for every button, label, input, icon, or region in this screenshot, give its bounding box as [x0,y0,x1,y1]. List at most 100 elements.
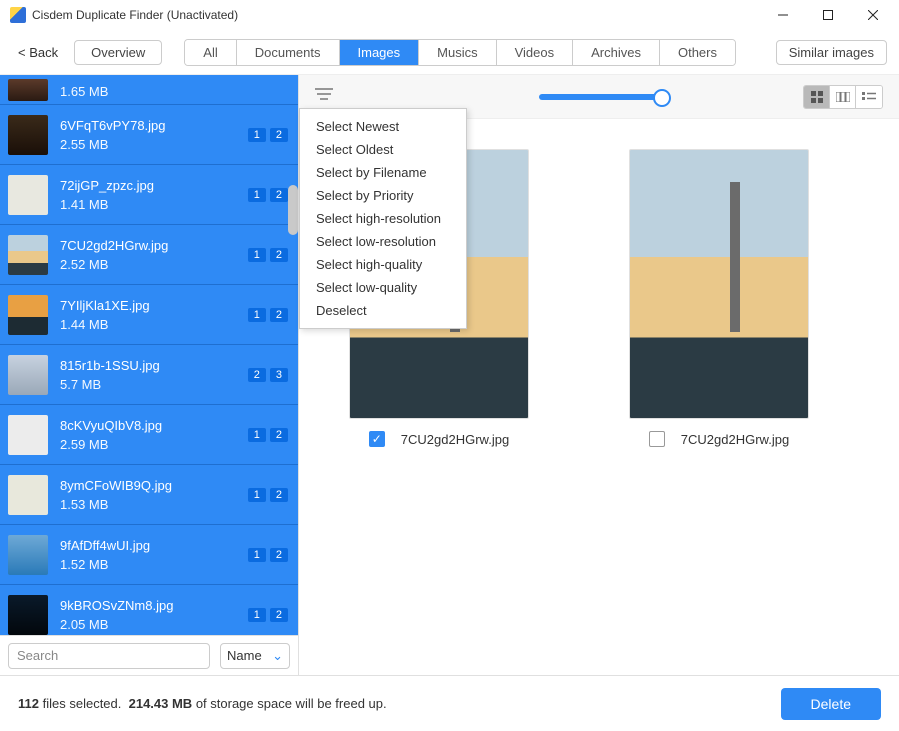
select-checkbox[interactable] [649,431,665,447]
duplicate-badge[interactable]: 1 [248,488,266,502]
file-name: 8cKVyuQIbV8.jpg [60,418,248,433]
sidebar-bottom: Search Name ⌄ [0,635,298,675]
main-panel: Select NewestSelect OldestSelect by File… [299,75,899,675]
context-menu-item[interactable]: Deselect [300,299,466,322]
file-size: 1.44 MB [60,317,248,332]
minimize-button[interactable] [760,0,805,30]
back-button[interactable]: < Back [12,41,64,64]
file-size: 1.65 MB [60,84,288,99]
filter-menu-icon[interactable] [315,87,333,106]
duplicate-badge[interactable]: 2 [270,308,288,322]
file-size: 1.53 MB [60,497,248,512]
file-name: 72ijGP_zpzc.jpg [60,178,248,193]
file-name: 6VFqT6vPY78.jpg [60,118,248,133]
file-name: 815r1b-1SSU.jpg [60,358,248,373]
freed-size-suffix: of storage space will be freed up. [196,696,387,711]
context-menu-item[interactable]: Select by Filename [300,161,466,184]
file-thumbnail [8,115,48,155]
tab-archives[interactable]: Archives [573,40,660,65]
duplicate-badge[interactable]: 2 [270,128,288,142]
file-size: 1.41 MB [60,197,248,212]
preview-card[interactable]: 7CU2gd2HGrw.jpg [629,149,809,645]
context-menu-item[interactable]: Select low-quality [300,276,466,299]
titlebar: Cisdem Duplicate Finder (Unactivated) [0,0,899,30]
file-thumbnail [8,235,48,275]
context-menu-item[interactable]: Select high-quality [300,253,466,276]
file-thumbnail [8,175,48,215]
tab-all[interactable]: All [185,40,236,65]
window-title: Cisdem Duplicate Finder (Unactivated) [32,8,760,22]
sort-select[interactable]: Name ⌄ [220,643,290,669]
file-item[interactable]: 9fAfDff4wUI.jpg1.52 MB12 [0,525,298,585]
zoom-slider[interactable] [539,94,659,100]
preview-image [629,149,809,419]
duplicate-badge[interactable]: 1 [248,128,266,142]
file-item[interactable]: 8cKVyuQIbV8.jpg 2.59 MB12 [0,405,298,465]
file-item[interactable]: 72ijGP_zpzc.jpg 1.41 MB12 [0,165,298,225]
search-input[interactable]: Search [8,643,210,669]
duplicate-badge[interactable]: 2 [270,188,288,202]
chevron-down-icon: ⌄ [272,648,283,664]
tab-images[interactable]: Images [340,40,420,65]
duplicate-badge[interactable]: 2 [270,428,288,442]
duplicate-badge[interactable]: 1 [248,308,266,322]
context-menu-item[interactable]: Select low-resolution [300,230,466,253]
context-menu-item[interactable]: Select by Priority [300,184,466,207]
duplicate-badge[interactable]: 2 [270,248,288,262]
file-name: 8ymCFoWIB9Q.jpg [60,478,248,493]
context-menu-item[interactable]: Select Newest [300,115,466,138]
sort-select-label: Name [227,648,262,663]
duplicate-badge[interactable]: 1 [248,548,266,562]
duplicate-badge[interactable]: 3 [270,368,288,382]
file-list[interactable]: 1.65 MB6VFqT6vPY78.jpg2.55 MB1272ijGP_zp… [0,75,298,635]
delete-button[interactable]: Delete [781,688,881,720]
file-thumbnail [8,475,48,515]
view-list-button[interactable] [856,86,882,108]
toolbar: < Back Overview AllDocumentsImagesMusics… [0,30,899,75]
view-columns-button[interactable] [830,86,856,108]
file-thumbnail [8,595,48,635]
view-mode-buttons [803,85,883,109]
file-item[interactable]: 7CU2gd2HGrw.jpg2.52 MB12 [0,225,298,285]
selected-count-suffix: files selected. [43,696,122,711]
close-button[interactable] [850,0,895,30]
sidebar: 1.65 MB6VFqT6vPY78.jpg2.55 MB1272ijGP_zp… [0,75,299,675]
tab-others[interactable]: Others [660,40,735,65]
file-item[interactable]: 7YIljKla1XE.jpg1.44 MB12 [0,285,298,345]
search-placeholder: Search [17,648,58,663]
file-item[interactable]: 6VFqT6vPY78.jpg2.55 MB12 [0,105,298,165]
duplicate-badge[interactable]: 2 [270,548,288,562]
file-size: 1.52 MB [60,557,248,572]
content-area: 1.65 MB6VFqT6vPY78.jpg2.55 MB1272ijGP_zp… [0,75,899,675]
overview-button[interactable]: Overview [74,40,162,65]
tab-videos[interactable]: Videos [497,40,574,65]
context-menu-item[interactable]: Select high-resolution [300,207,466,230]
file-size: 5.7 MB [60,377,248,392]
select-checkbox[interactable] [369,431,385,447]
duplicate-badge[interactable]: 2 [270,488,288,502]
file-thumbnail [8,295,48,335]
maximize-button[interactable] [805,0,850,30]
footer: 112 files selected. 214.43 MB of storage… [0,675,899,731]
preview-filename: 7CU2gd2HGrw.jpg [681,432,789,447]
tab-documents[interactable]: Documents [237,40,340,65]
file-item[interactable]: 9kBROSvZNm8.jpg2.05 MB12 [0,585,298,635]
file-item[interactable]: 815r1b-1SSU.jpg 5.7 MB23 [0,345,298,405]
file-thumbnail [8,355,48,395]
duplicate-badge[interactable]: 1 [248,608,266,622]
duplicate-badge[interactable]: 1 [248,428,266,442]
duplicate-badge[interactable]: 1 [248,248,266,262]
duplicate-badge[interactable]: 2 [248,368,266,382]
duplicate-badge[interactable]: 2 [270,608,288,622]
file-item[interactable]: 1.65 MB [0,75,298,105]
similar-images-button[interactable]: Similar images [776,40,887,65]
scrollbar-thumb[interactable] [288,185,298,235]
file-name: 9kBROSvZNm8.jpg [60,598,248,613]
tab-musics[interactable]: Musics [419,40,496,65]
file-size: 2.59 MB [60,437,248,452]
view-grid-button[interactable] [804,86,830,108]
file-item[interactable]: 8ymCFoWIB9Q.jpg 1.53 MB12 [0,465,298,525]
file-thumbnail [8,535,48,575]
context-menu-item[interactable]: Select Oldest [300,138,466,161]
duplicate-badge[interactable]: 1 [248,188,266,202]
